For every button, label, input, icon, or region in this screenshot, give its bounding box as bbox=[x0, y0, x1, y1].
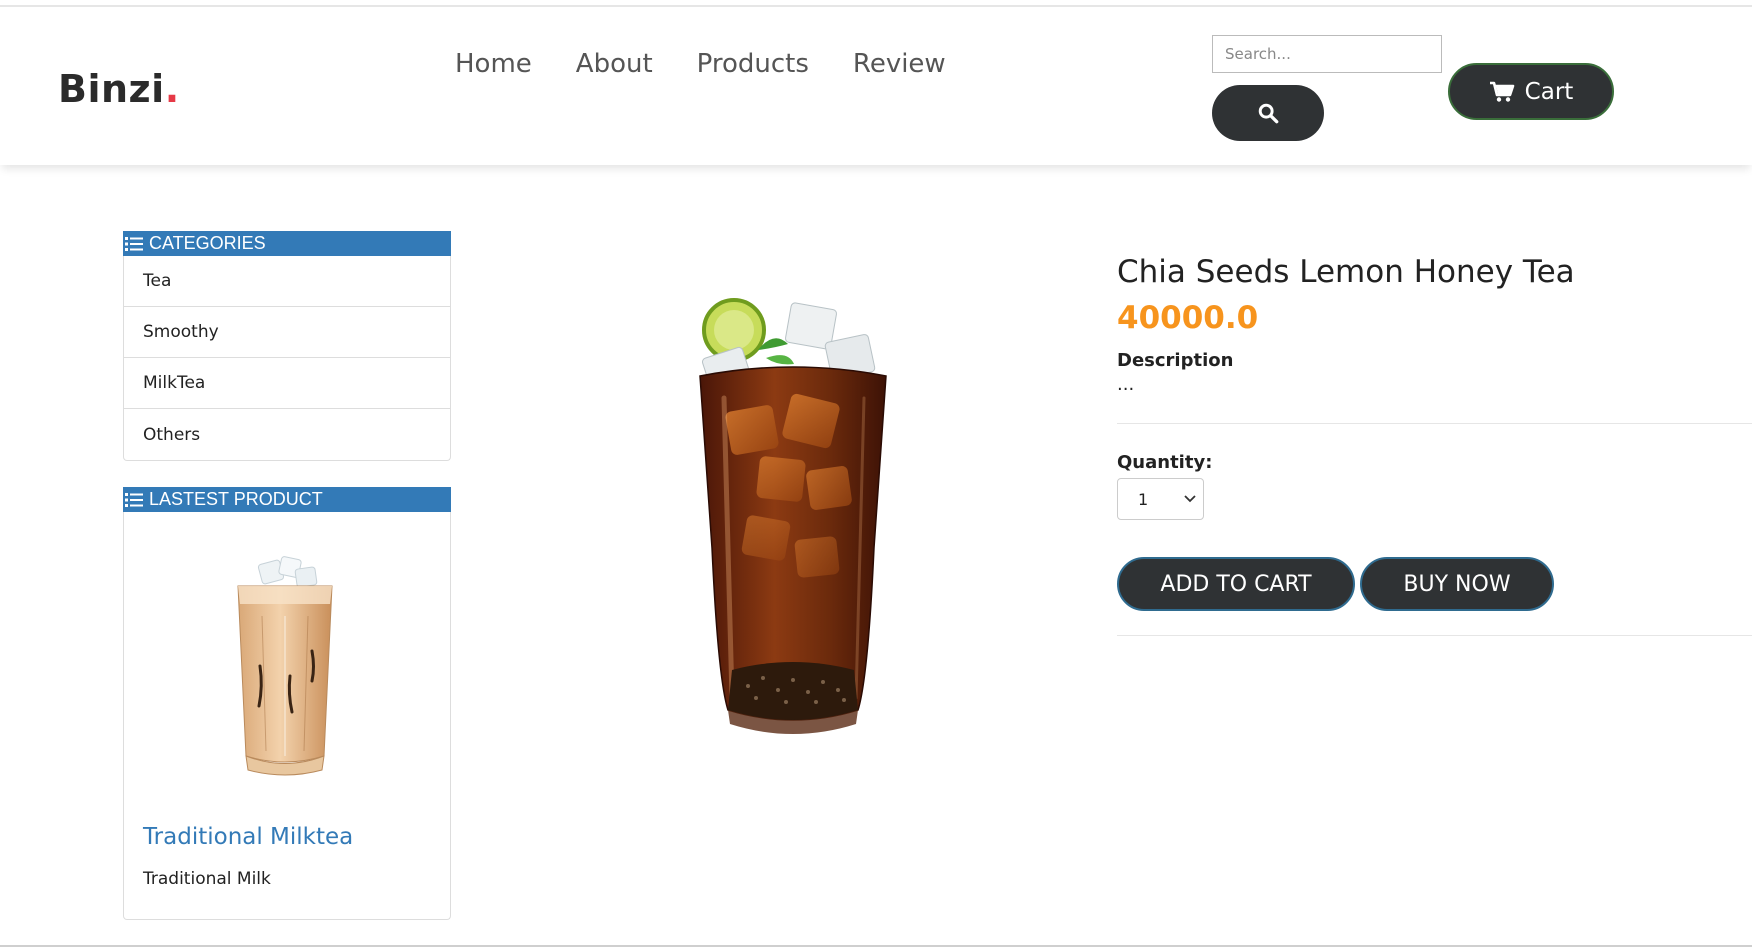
page: Binzi. Home About Products Review Cart bbox=[0, 0, 1752, 950]
buy-now-button[interactable]: BUY NOW bbox=[1360, 557, 1554, 611]
categories-header: CATEGORIES bbox=[123, 231, 451, 256]
main-nav: Home About Products Review bbox=[455, 49, 946, 79]
divider bbox=[1117, 423, 1752, 424]
shopping-cart-icon bbox=[1489, 81, 1514, 102]
logo-text: Binzi bbox=[58, 67, 165, 111]
search-icon bbox=[1258, 103, 1279, 124]
list-icon bbox=[125, 492, 143, 507]
latest-product-description: Traditional Milk bbox=[143, 869, 271, 889]
nav-review[interactable]: Review bbox=[853, 49, 946, 79]
latest-product-header: LASTEST PRODUCT bbox=[123, 487, 451, 512]
site-header: Binzi. Home About Products Review Cart bbox=[0, 7, 1752, 165]
category-item-milktea[interactable]: MilkTea bbox=[124, 358, 450, 409]
latest-product-card: Traditional Milktea Traditional Milk bbox=[123, 512, 451, 920]
quantity-select[interactable]: 1 bbox=[1117, 478, 1204, 520]
cart-label: Cart bbox=[1524, 78, 1574, 105]
search-button[interactable] bbox=[1212, 85, 1324, 141]
description-text: ... bbox=[1117, 374, 1135, 395]
quantity-label: Quantity: bbox=[1117, 452, 1213, 473]
nav-about[interactable]: About bbox=[576, 49, 653, 79]
chevron-down-icon bbox=[1184, 495, 1196, 503]
milktea-image[interactable] bbox=[230, 556, 340, 778]
bottom-divider bbox=[0, 945, 1752, 947]
product-title: Chia Seeds Lemon Honey Tea bbox=[1117, 254, 1575, 290]
category-item-others[interactable]: Others bbox=[124, 409, 450, 460]
category-list: Tea Smoothy MilkTea Others bbox=[123, 256, 451, 461]
product-price: 40000.0 bbox=[1117, 300, 1259, 336]
nav-home[interactable]: Home bbox=[455, 49, 532, 79]
cart-button[interactable]: Cart bbox=[1448, 63, 1614, 120]
quantity-value: 1 bbox=[1138, 489, 1149, 509]
brand-logo[interactable]: Binzi. bbox=[58, 67, 180, 111]
category-item-smoothy[interactable]: Smoothy bbox=[124, 307, 450, 358]
categories-title: CATEGORIES bbox=[149, 233, 266, 253]
logo-dot: . bbox=[164, 67, 180, 111]
divider bbox=[1117, 635, 1752, 636]
search-input[interactable] bbox=[1212, 35, 1442, 73]
product-image bbox=[699, 298, 887, 734]
add-to-cart-button[interactable]: ADD TO CART bbox=[1117, 557, 1355, 611]
latest-product-name[interactable]: Traditional Milktea bbox=[143, 824, 353, 850]
latest-product-title: LASTEST PRODUCT bbox=[149, 489, 323, 509]
category-item-tea[interactable]: Tea bbox=[124, 256, 450, 307]
description-label: Description bbox=[1117, 350, 1234, 371]
list-icon bbox=[125, 236, 143, 251]
nav-products[interactable]: Products bbox=[697, 49, 809, 79]
